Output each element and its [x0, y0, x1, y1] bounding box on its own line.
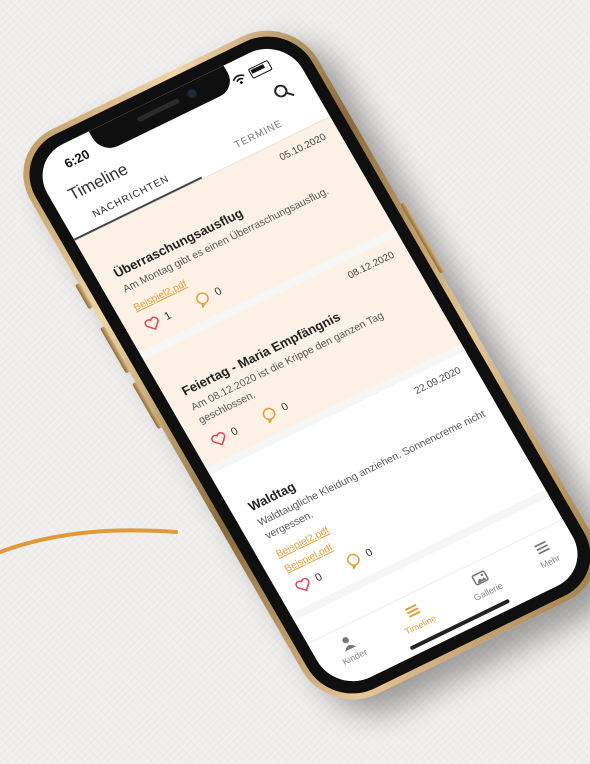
- phone-frame: 6:20 Timeline NACHRICHTEN TERMINE 05.10.…: [3, 12, 590, 718]
- comment-button[interactable]: 0: [258, 399, 291, 425]
- heart-icon: [144, 316, 159, 330]
- status-time: 6:20: [61, 146, 93, 171]
- comment-count: 0: [363, 546, 376, 560]
- comment-count: 0: [279, 400, 291, 414]
- nav-item-gallerie[interactable]: Gallerie: [462, 564, 505, 603]
- like-count: 1: [162, 309, 174, 324]
- comment-icon: [196, 292, 210, 308]
- nav-item-mehr[interactable]: Mehr: [529, 536, 562, 570]
- comment-button[interactable]: 0: [343, 545, 376, 571]
- front-camera: [185, 87, 199, 100]
- nav-item-kinder[interactable]: Kinder: [331, 630, 369, 667]
- like-button[interactable]: 0: [208, 424, 240, 448]
- comment-button[interactable]: 0: [192, 284, 225, 310]
- nav-item-timeline[interactable]: Timeline: [393, 597, 438, 637]
- search-icon[interactable]: [270, 79, 298, 105]
- comment-count: 0: [212, 285, 225, 299]
- battery-icon: [247, 59, 273, 79]
- like-button[interactable]: 0: [293, 570, 325, 594]
- heart-icon: [210, 431, 226, 445]
- like-count: 0: [313, 571, 325, 585]
- wifi-icon: [232, 74, 245, 84]
- like-count: 0: [228, 424, 241, 439]
- phone-screen: 6:20 Timeline NACHRICHTEN TERMINE 05.10.…: [28, 36, 590, 694]
- heart-icon: [295, 577, 310, 592]
- speaker: [136, 97, 181, 123]
- comment-icon: [347, 553, 360, 570]
- comment-icon: [262, 407, 276, 423]
- like-button[interactable]: 1: [142, 309, 174, 333]
- phone-bezel: 6:20 Timeline NACHRICHTEN TERMINE 05.10.…: [11, 20, 590, 710]
